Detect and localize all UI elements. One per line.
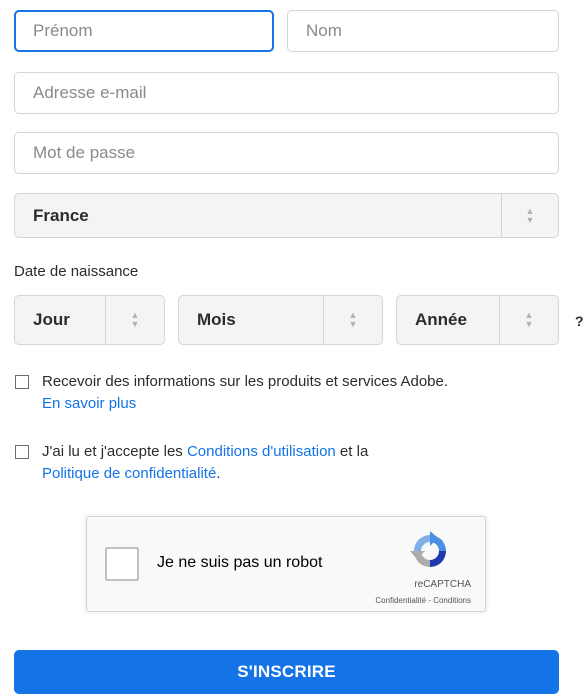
month-select[interactable]: Mois ▲ ▼ — [178, 295, 383, 345]
select-arrows-icon: ▲ ▼ — [499, 296, 558, 344]
terms-text-after: . — [216, 465, 221, 482]
day-select[interactable]: Jour ▲ ▼ — [14, 295, 165, 345]
newsletter-checkbox[interactable] — [15, 375, 29, 389]
email-field[interactable]: Adresse e-mail — [14, 72, 559, 114]
last-name-field[interactable]: Nom — [287, 10, 559, 52]
signup-button-label: S'INSCRIRE — [237, 662, 336, 681]
recaptcha-links: Confidentialité - Conditions — [375, 596, 471, 605]
recaptcha-checkbox[interactable] — [105, 547, 139, 581]
year-select[interactable]: Année ▲ ▼ — [396, 295, 559, 345]
terms-text-block: J'ai lu et j'accepte les Conditions d'ut… — [42, 441, 368, 485]
password-field[interactable]: Mot de passe — [14, 132, 559, 174]
newsletter-text: Recevoir des informations sur les produi… — [42, 373, 449, 390]
email-placeholder: Adresse e-mail — [33, 83, 147, 102]
terms-of-use-link[interactable]: Conditions d'utilisation — [187, 443, 336, 460]
last-name-placeholder: Nom — [306, 21, 342, 40]
recaptcha-label: Je ne suis pas un robot — [157, 554, 323, 571]
recaptcha-terms-link[interactable]: Conditions — [433, 596, 471, 605]
country-select[interactable]: France ▲ ▼ — [14, 193, 559, 238]
day-value: Jour — [33, 310, 70, 329]
first-name-placeholder: Prénom — [33, 21, 93, 40]
terms-checkbox[interactable] — [15, 445, 29, 459]
recaptcha-brand: reCAPTCHA — [414, 579, 471, 590]
terms-text-before: J'ai lu et j'accepte les — [42, 443, 187, 460]
first-name-field[interactable]: Prénom — [14, 10, 274, 52]
birthdate-label: Date de naissance — [14, 263, 139, 280]
country-value: France — [33, 205, 89, 225]
select-arrows-icon: ▲ ▼ — [105, 296, 164, 344]
password-placeholder: Mot de passe — [33, 143, 136, 162]
terms-text-middle: et la — [335, 443, 369, 460]
newsletter-option: Recevoir des informations sur les produi… — [15, 371, 448, 415]
select-arrows-icon: ▲ ▼ — [323, 296, 382, 344]
recaptcha-logo-icon — [410, 531, 446, 567]
newsletter-text-block: Recevoir des informations sur les produi… — [42, 371, 448, 415]
select-arrows-icon: ▲ ▼ — [501, 194, 558, 237]
privacy-policy-link[interactable]: Politique de confidentialité — [42, 465, 216, 482]
recaptcha-widget: Je ne suis pas un robot reCAPTCHA Confid… — [86, 516, 486, 612]
learn-more-link[interactable]: En savoir plus — [42, 393, 448, 415]
birthdate-help-icon[interactable]: ? — [575, 313, 584, 329]
signup-button[interactable]: S'INSCRIRE — [14, 650, 559, 694]
terms-option: J'ai lu et j'accepte les Conditions d'ut… — [15, 441, 368, 485]
recaptcha-privacy-link[interactable]: Confidentialité — [375, 596, 426, 605]
year-value: Année — [415, 310, 467, 329]
month-value: Mois — [197, 310, 236, 329]
